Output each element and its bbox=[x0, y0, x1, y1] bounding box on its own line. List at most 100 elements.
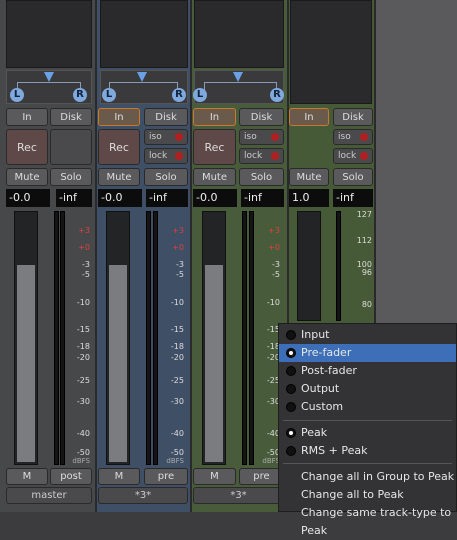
gain-entry[interactable]: -0.0 bbox=[98, 189, 142, 207]
radio-icon bbox=[286, 384, 296, 394]
scale-tick-label: -40 bbox=[76, 429, 90, 438]
meter-point-button[interactable]: post bbox=[50, 468, 92, 485]
scale-tick-label: +0 bbox=[78, 243, 90, 252]
solo-button[interactable]: Solo bbox=[333, 168, 373, 186]
menu-item-post-fader[interactable]: Post-fader bbox=[279, 362, 456, 380]
monitor-input-button[interactable]: In bbox=[193, 108, 236, 126]
solo-button[interactable]: Solo bbox=[144, 168, 188, 186]
scale-tick-label: -20 bbox=[170, 353, 184, 362]
level-meter bbox=[336, 211, 341, 321]
menu-item-pre-fader[interactable]: Pre-fader bbox=[279, 344, 456, 362]
mute-button[interactable]: Mute bbox=[6, 168, 48, 186]
menu-item-custom[interactable]: Custom bbox=[279, 398, 456, 416]
dbfs-label: dBFS bbox=[72, 457, 90, 465]
monitor-input-button[interactable]: In bbox=[98, 108, 140, 126]
radio-selected-icon bbox=[286, 428, 296, 438]
scale-tick-label: -18 bbox=[170, 342, 184, 351]
meter-scale: +3 +0 -3 -5 -10 -15 -18 -20 -25 -30 -40 -50 dBFS bbox=[62, 211, 92, 466]
menu-item-peak[interactable]: Peak bbox=[279, 424, 456, 442]
gain-fader[interactable] bbox=[106, 211, 130, 465]
rec-enable-button[interactable]: Rec bbox=[6, 129, 48, 165]
strip-name-button[interactable]: master bbox=[6, 487, 92, 504]
iso-button[interactable]: iso bbox=[144, 129, 188, 145]
lock-label: lock bbox=[149, 151, 168, 161]
level-meter bbox=[242, 211, 247, 465]
midi-scale-tick-label: 80 bbox=[361, 300, 372, 309]
gain-entry[interactable]: 1.0 bbox=[289, 189, 329, 207]
menu-item-label: RMS + Peak bbox=[301, 444, 368, 457]
midi-scale-tick-label: 112 bbox=[356, 236, 372, 245]
lock-button[interactable]: lock bbox=[333, 148, 373, 164]
midi-scale-tick-label: 96 bbox=[361, 268, 372, 277]
peak-display[interactable]: -inf bbox=[146, 189, 188, 207]
pan-right-label: R bbox=[172, 88, 186, 102]
scale-tick-label: -30 bbox=[76, 397, 90, 406]
gain-fader[interactable] bbox=[14, 211, 38, 465]
radio-icon bbox=[286, 330, 296, 340]
monitor-disk-button[interactable]: Disk bbox=[50, 108, 92, 126]
meter-point-button[interactable]: pre bbox=[144, 468, 188, 485]
pan-width-line bbox=[109, 82, 177, 83]
iso-button[interactable]: iso bbox=[239, 129, 284, 145]
mute-button[interactable]: Mute bbox=[98, 168, 140, 186]
mute-button[interactable]: Mute bbox=[289, 168, 329, 186]
pan-width-line bbox=[204, 82, 276, 83]
menu-item-label: Output bbox=[301, 382, 340, 395]
scale-tick-label: -18 bbox=[76, 342, 90, 351]
monitor-input-button[interactable]: In bbox=[289, 108, 329, 126]
scale-tick-label: -10 bbox=[76, 298, 90, 307]
menu-separator bbox=[283, 463, 452, 464]
peak-display[interactable]: -inf bbox=[56, 189, 92, 207]
scale-tick-label: +3 bbox=[172, 226, 184, 235]
processor-box[interactable] bbox=[100, 0, 188, 68]
menu-item-label: Pre-fader bbox=[301, 346, 352, 359]
gain-fader[interactable] bbox=[202, 211, 226, 465]
scale-tick-label: -30 bbox=[170, 397, 184, 406]
gain-entry[interactable]: -0.0 bbox=[6, 189, 50, 207]
meter-button[interactable]: M bbox=[98, 468, 140, 485]
rec-enable-button[interactable]: Rec bbox=[98, 129, 140, 165]
processor-box[interactable] bbox=[6, 0, 92, 68]
pan-position-icon[interactable] bbox=[137, 72, 147, 82]
meter-button[interactable]: M bbox=[193, 468, 236, 485]
monitor-disk-button[interactable]: Disk bbox=[144, 108, 188, 126]
pan-right-label: R bbox=[73, 88, 87, 102]
gain-fader[interactable] bbox=[297, 211, 321, 321]
monitor-disk-button[interactable]: Disk bbox=[333, 108, 373, 126]
meter-button[interactable]: M bbox=[6, 468, 48, 485]
scale-tick-label: -25 bbox=[170, 376, 184, 385]
menu-item-change-same-type[interactable]: Change same track-type to Peak bbox=[279, 504, 456, 537]
lock-button[interactable]: lock bbox=[239, 148, 284, 164]
fader-fill bbox=[205, 265, 223, 462]
solo-button[interactable]: Solo bbox=[50, 168, 92, 186]
pan-position-icon[interactable] bbox=[44, 72, 54, 82]
menu-item-output[interactable]: Output bbox=[279, 380, 456, 398]
scale-tick-label: -5 bbox=[82, 270, 90, 279]
gain-entry[interactable]: -0.0 bbox=[193, 189, 237, 207]
monitor-disk-button[interactable]: Disk bbox=[239, 108, 284, 126]
pan-position-icon[interactable] bbox=[233, 72, 243, 82]
scale-tick-label: -3 bbox=[82, 260, 90, 269]
dbfs-label: dBFS bbox=[166, 457, 184, 465]
strip-name-button[interactable]: *3* bbox=[193, 487, 284, 504]
iso-button[interactable]: iso bbox=[333, 129, 373, 145]
strip-name-button[interactable]: *3* bbox=[98, 487, 188, 504]
peak-display[interactable]: -inf bbox=[333, 189, 373, 207]
menu-item-rms-peak[interactable]: RMS + Peak bbox=[279, 442, 456, 460]
processor-box[interactable] bbox=[290, 0, 372, 104]
iso-led-icon bbox=[271, 133, 279, 141]
peak-display[interactable]: -inf bbox=[241, 189, 284, 207]
lock-button[interactable]: lock bbox=[144, 148, 188, 164]
mute-button[interactable]: Mute bbox=[193, 168, 236, 186]
scale-tick-label: +3 bbox=[78, 226, 90, 235]
rec-enable-button[interactable]: Rec bbox=[193, 129, 236, 165]
processor-box[interactable] bbox=[194, 0, 284, 68]
monitor-input-button[interactable]: In bbox=[6, 108, 48, 126]
scale-tick-label: -15 bbox=[76, 325, 90, 334]
menu-item-change-group[interactable]: Change all in Group to Peak bbox=[279, 468, 456, 486]
menu-item-input[interactable]: Input bbox=[279, 326, 456, 344]
solo-button[interactable]: Solo bbox=[239, 168, 284, 186]
scale-tick-label: -25 bbox=[76, 376, 90, 385]
scale-tick-label: -50 bbox=[170, 448, 184, 457]
menu-item-change-all[interactable]: Change all to Peak bbox=[279, 486, 456, 504]
